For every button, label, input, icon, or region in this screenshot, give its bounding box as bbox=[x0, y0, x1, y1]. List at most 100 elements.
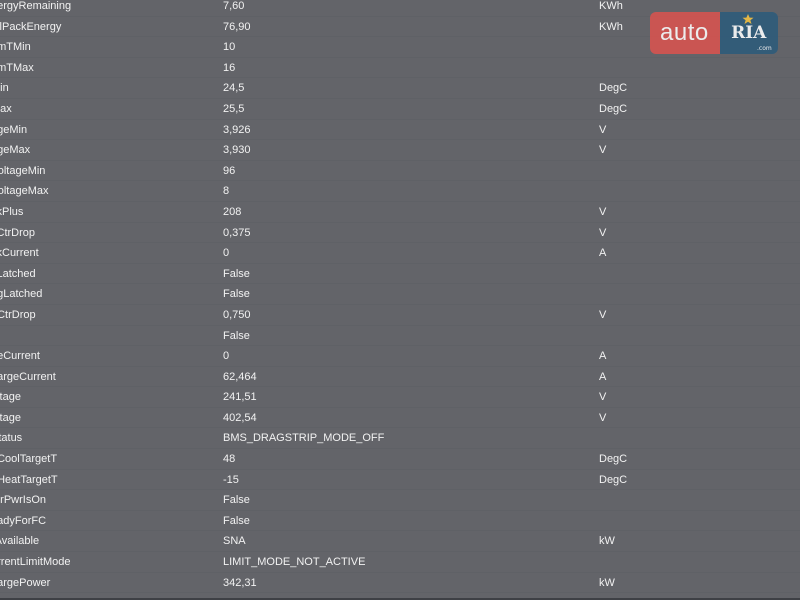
signal-value: 241,51 bbox=[223, 391, 257, 404]
signal-name: gCtrDrop bbox=[0, 308, 36, 321]
signal-name: sLatched bbox=[0, 267, 36, 280]
table-row: ageMax 3,930 V bbox=[0, 140, 800, 161]
signal-name: VoltageMax bbox=[0, 185, 49, 198]
table-row: hargeCurrent 62,464 A bbox=[0, 367, 800, 388]
table-row: eCoolTargetT 48 DegC bbox=[0, 449, 800, 470]
signal-name: Min bbox=[0, 82, 9, 95]
signal-name: rAvailable bbox=[0, 535, 40, 548]
signal-unit: KWh bbox=[599, 0, 623, 12]
signal-value: 8 bbox=[223, 185, 230, 198]
signal-value: False bbox=[223, 288, 250, 301]
signal-name: ckCurrent bbox=[0, 247, 39, 260]
signal-value: -15 bbox=[223, 473, 239, 486]
signal-value: BMS_DRAGSTRIP_MODE_OFF bbox=[223, 432, 385, 445]
signal-name: ageMin bbox=[0, 123, 28, 136]
signal-value: 208 bbox=[223, 205, 242, 218]
table-row: urrentLimitMode LIMIT_MODE_NOT_ACTIVE bbox=[0, 552, 800, 573]
signal-value: False bbox=[223, 267, 250, 280]
signal-unit: KWh bbox=[599, 20, 623, 33]
signal-unit: V bbox=[599, 391, 607, 404]
watermark-ria-text: RIA bbox=[731, 23, 767, 43]
signal-value: 25,5 bbox=[223, 102, 245, 115]
table-row: umTMax 16 bbox=[0, 58, 800, 79]
watermark-auto-text: auto bbox=[650, 12, 720, 54]
signal-name: eCoolTargetT bbox=[0, 453, 58, 466]
signal-name: umTMin bbox=[0, 41, 31, 54]
signal-name: oltage bbox=[0, 391, 21, 404]
screen: nergyRemaining 7,60 KWh ullPackEnergy 76,90… bbox=[0, 0, 800, 600]
table-row: oltage 241,51 V bbox=[0, 387, 800, 408]
signal-unit: A bbox=[599, 370, 607, 383]
table-row: oltage 402,54 V bbox=[0, 408, 800, 429]
signal-name: geCurrent bbox=[0, 350, 40, 363]
table-row: Max 25,5 DegC bbox=[0, 99, 800, 120]
signal-unit: A bbox=[599, 247, 607, 260]
signal-unit: DegC bbox=[599, 82, 628, 95]
table-row: hargePower 342,31 kW bbox=[0, 573, 800, 594]
signal-name: s bbox=[0, 330, 171, 342]
table-row: sCtrDrop 0,375 V bbox=[0, 223, 800, 244]
signal-unit: V bbox=[599, 226, 607, 239]
signal-value: 48 bbox=[223, 453, 236, 466]
table-row: sLatched False bbox=[0, 264, 800, 285]
watermark-com-text: .com bbox=[756, 45, 772, 52]
signal-value: 3,926 bbox=[223, 123, 251, 136]
signal-value: 7,60 bbox=[223, 0, 245, 12]
table-row: gCtrDrop 0,750 V bbox=[0, 305, 800, 326]
signal-value: 10 bbox=[223, 41, 236, 54]
signal-value: 96 bbox=[223, 164, 236, 177]
signal-name: hargePower bbox=[0, 576, 51, 589]
signal-name: eadyForFC bbox=[0, 514, 47, 527]
signal-value: 16 bbox=[223, 61, 236, 74]
table-row: eHeatTargetT -15 DegC bbox=[0, 470, 800, 491]
signal-value: 402,54 bbox=[223, 411, 257, 424]
auto-ria-watermark: auto RIA .com bbox=[650, 12, 778, 54]
signal-value: 3,930 bbox=[223, 144, 251, 157]
table-row: Status BMS_DRAGSTRIP_MODE_OFF bbox=[0, 428, 800, 450]
signal-unit: V bbox=[599, 123, 607, 136]
signal-table: nergyRemaining 7,60 KWh ullPackEnergy 76,90… bbox=[0, 0, 800, 594]
signal-value: False bbox=[223, 514, 250, 527]
signal-name: oltage bbox=[0, 411, 21, 424]
signal-value: False bbox=[223, 494, 250, 507]
signal-unit: V bbox=[599, 205, 607, 218]
table-row: geCurrent 0 A bbox=[0, 346, 800, 367]
watermark-ria-block: RIA .com bbox=[719, 12, 778, 54]
signal-unit: kW bbox=[599, 535, 615, 548]
table-row: eadyForFC False bbox=[0, 511, 800, 532]
signal-unit: DegC bbox=[599, 102, 628, 115]
signal-value: 62,464 bbox=[223, 370, 257, 383]
table-row: ckPlus 208 V bbox=[0, 202, 800, 223]
table-row: VoltageMax 8 bbox=[0, 181, 800, 202]
signal-name: VoltageMin bbox=[0, 164, 46, 177]
table-row: ckCurrent 0 A bbox=[0, 243, 800, 264]
signal-name: egLatched bbox=[0, 288, 43, 301]
table-row: Min 24,5 DegC bbox=[0, 78, 800, 99]
signal-value: SNA bbox=[223, 535, 246, 548]
table-row: ageMin 3,926 V bbox=[0, 120, 800, 141]
signal-name: umTMax bbox=[0, 61, 34, 74]
signal-value: 0,750 bbox=[223, 308, 251, 321]
signal-name: eHeatTargetT bbox=[0, 473, 58, 486]
signal-value: 0,375 bbox=[223, 226, 251, 239]
signal-name: hargeCurrent bbox=[0, 370, 56, 383]
signal-name: sCtrDrop bbox=[0, 226, 36, 239]
signal-name: Max bbox=[0, 102, 12, 115]
signal-name: ageMax bbox=[0, 144, 31, 157]
signal-name: urrentLimitMode bbox=[0, 556, 71, 569]
signal-unit: A bbox=[599, 350, 607, 363]
star-icon bbox=[742, 14, 754, 24]
signal-name: torPwrIsOn bbox=[0, 494, 47, 507]
table-row: VoltageMin 96 bbox=[0, 161, 800, 182]
signal-unit: V bbox=[599, 144, 607, 157]
signal-name: Status bbox=[0, 432, 23, 445]
signal-value: 24,5 bbox=[223, 82, 245, 95]
signal-name: ullPackEnergy bbox=[0, 20, 62, 33]
signal-unit: V bbox=[599, 411, 607, 424]
signal-name: ckPlus bbox=[0, 205, 24, 218]
signal-value: LIMIT_MODE_NOT_ACTIVE bbox=[223, 556, 366, 569]
table-row: egLatched False bbox=[0, 284, 800, 305]
signal-value: 342,31 bbox=[223, 576, 257, 589]
signal-value: 0 bbox=[223, 247, 230, 260]
signal-value: 76,90 bbox=[223, 20, 251, 33]
